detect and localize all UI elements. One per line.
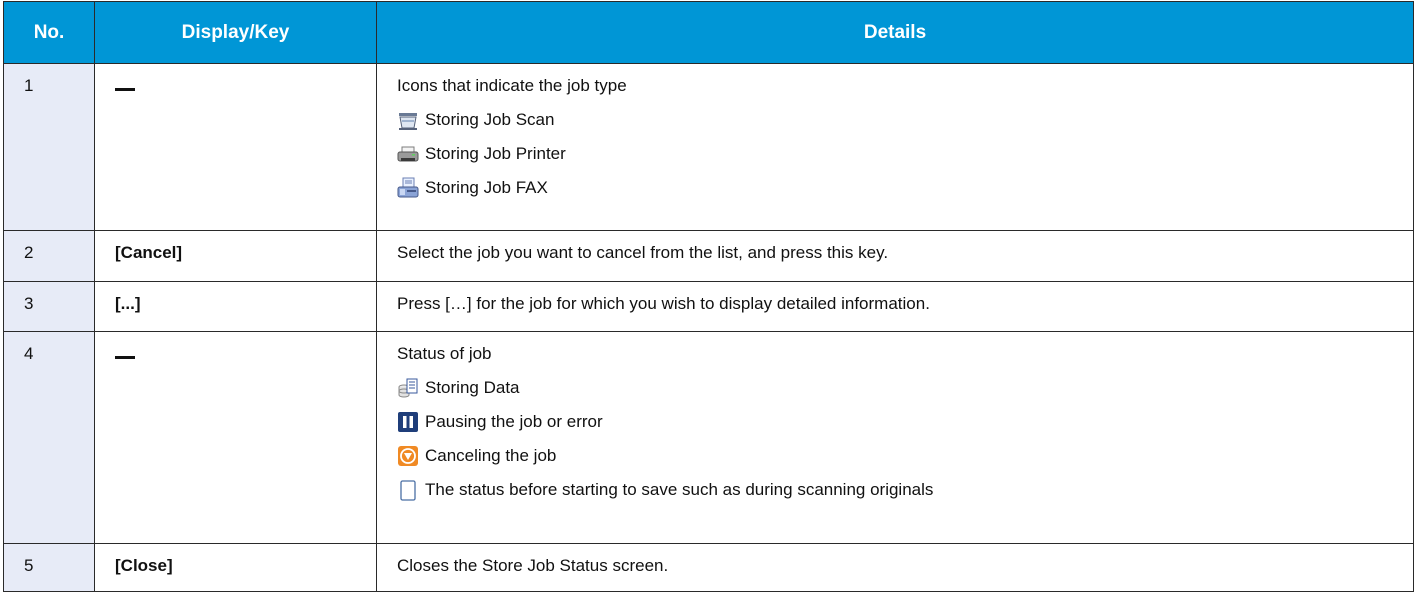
table-row: 1 — Icons that indicate the job type Sto… — [3, 63, 1414, 231]
details-text: Icons that indicate the job type — [397, 76, 627, 95]
row-details: Status of job Storing Data Pausing the j… — [376, 331, 1414, 544]
pause-icon — [398, 412, 418, 432]
header-row: No. Display/Key Details — [3, 1, 1414, 64]
item-label: The status before starting to save such … — [425, 480, 934, 499]
row-number: 3 — [3, 281, 95, 332]
printer-icon — [397, 146, 419, 162]
list-item: The status before starting to save such … — [397, 479, 1413, 501]
row-details: Icons that indicate the job type Storing… — [376, 63, 1414, 231]
spec-table: No. Display/Key Details 1 — Icons that i… — [3, 1, 1414, 592]
list-item: Storing Job Printer — [397, 143, 1413, 165]
cancel-stop-icon — [398, 446, 418, 466]
table-row: 3 [...] Press […] for the job for which … — [3, 281, 1414, 332]
item-label: Storing Job Scan — [425, 110, 555, 129]
fax-icon — [397, 177, 419, 198]
row-key: [Close] — [94, 543, 377, 592]
item-label: Storing Job FAX — [425, 178, 548, 197]
blank-page-icon — [400, 480, 416, 501]
row-number: 4 — [3, 331, 95, 544]
table-row: 4 — Status of job Stor — [3, 331, 1414, 544]
dash-mark — [115, 88, 135, 91]
row-key: — — [94, 63, 377, 231]
details-text: Status of job — [397, 344, 492, 363]
item-label: Pausing the job or error — [425, 412, 603, 431]
row-number: 1 — [3, 63, 95, 231]
list-item: Storing Job FAX — [397, 177, 1413, 199]
dash-mark — [115, 356, 135, 359]
table-row: 2 [Cancel] Select the job you want to ca… — [3, 230, 1414, 282]
row-details: Press […] for the job for which you wish… — [376, 281, 1414, 332]
header-display-key: Display/Key — [94, 1, 377, 64]
list-item: Pausing the job or error — [397, 411, 1413, 433]
row-number: 2 — [3, 230, 95, 282]
list-item: Canceling the job — [397, 445, 1413, 467]
row-key: [Cancel] — [94, 230, 377, 282]
item-label: Canceling the job — [425, 446, 557, 465]
row-details: Closes the Store Job Status screen. — [376, 543, 1414, 592]
row-key: [...] — [94, 281, 377, 332]
storing-data-icon — [398, 378, 418, 398]
row-details: Select the job you want to cancel from t… — [376, 230, 1414, 282]
row-number: 5 — [3, 543, 95, 592]
item-label: Storing Data — [425, 378, 520, 397]
list-item: Storing Job Scan — [397, 109, 1413, 131]
header-details: Details — [376, 1, 1414, 64]
list-item: Storing Data — [397, 377, 1413, 399]
row-key: — — [94, 331, 377, 544]
header-no: No. — [3, 1, 95, 64]
table-row: 5 [Close] Closes the Store Job Status sc… — [3, 543, 1414, 592]
item-label: Storing Job Printer — [425, 144, 566, 163]
scanner-icon — [399, 113, 417, 130]
